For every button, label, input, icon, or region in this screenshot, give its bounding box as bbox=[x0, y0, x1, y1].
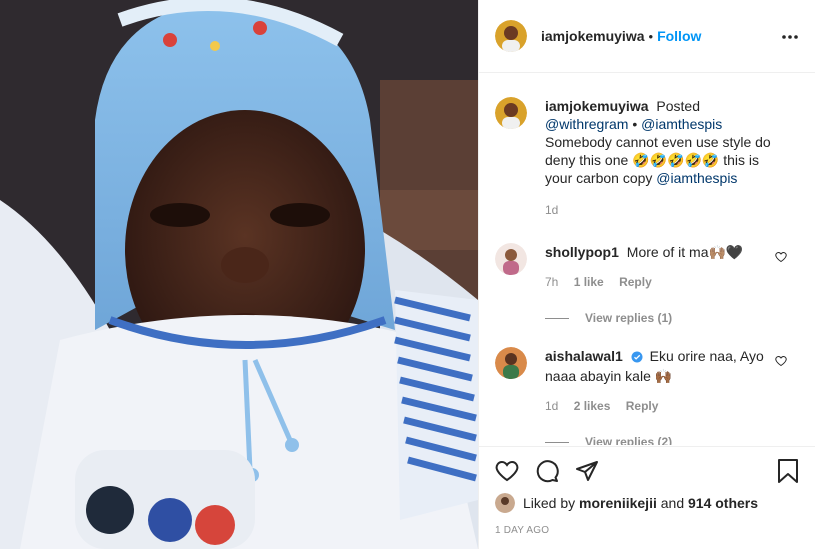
verified-icon bbox=[631, 349, 643, 367]
caption-text-part: Posted bbox=[656, 98, 700, 114]
caption: iamjokemuyiwa Posted @withregram • @iamt… bbox=[495, 97, 799, 217]
comment-icon[interactable] bbox=[535, 459, 559, 483]
liked-by-prefix: Liked by bbox=[523, 495, 576, 511]
comments-list[interactable]: iamjokemuyiwa Posted @withregram • @iamt… bbox=[479, 73, 815, 445]
bookmark-icon[interactable] bbox=[777, 459, 799, 483]
separator-dot: • bbox=[648, 28, 654, 44]
share-icon[interactable] bbox=[575, 459, 599, 483]
replies-line bbox=[545, 441, 569, 443]
comment-body: More of it ma🙌🏽🖤 bbox=[626, 244, 744, 260]
comment-text: aishalawal1 Eku orire naa, Ayo naaa abay… bbox=[545, 347, 785, 385]
comment: aishalawal1 Eku orire naa, Ayo naaa abay… bbox=[495, 347, 799, 413]
author-avatar[interactable] bbox=[495, 20, 527, 52]
caption-text-part: • bbox=[632, 116, 638, 132]
liker-avatar[interactable] bbox=[495, 493, 515, 513]
view-replies-button[interactable]: View replies (2) bbox=[545, 435, 799, 445]
caption-meta: 1d bbox=[545, 203, 785, 217]
likes-summary: Liked by moreniikejii and 914 others bbox=[495, 493, 799, 513]
post-photo[interactable] bbox=[0, 0, 478, 549]
caption-avatar[interactable] bbox=[495, 97, 527, 129]
comment-likes[interactable]: 1 like bbox=[574, 275, 604, 289]
post-side-panel: iamjokemuyiwa • Follow iamjokemuyiwa Pos… bbox=[478, 0, 815, 549]
comment-likes[interactable]: 2 likes bbox=[574, 399, 611, 413]
commenter-username[interactable]: aishalawal1 bbox=[545, 348, 623, 364]
likes-and: and bbox=[660, 495, 685, 511]
caption-username[interactable]: iamjokemuyiwa bbox=[545, 98, 649, 114]
author-username[interactable]: iamjokemuyiwa bbox=[541, 28, 645, 44]
commenter-avatar[interactable] bbox=[495, 243, 527, 275]
mention-link[interactable]: @withregram bbox=[545, 116, 628, 132]
view-replies-label: View replies (2) bbox=[585, 435, 673, 445]
comment-time[interactable]: 7h bbox=[545, 275, 558, 289]
mention-link[interactable]: @iamthespis bbox=[656, 170, 737, 186]
post-actions: Liked by moreniikejii and 914 others 1 D… bbox=[479, 446, 815, 536]
post-timestamp[interactable]: 1 DAY AGO bbox=[495, 525, 799, 536]
view-replies-button[interactable]: View replies (1) bbox=[545, 311, 799, 325]
baby-photo bbox=[0, 0, 478, 549]
commenter-username[interactable]: shollypop1 bbox=[545, 244, 619, 260]
likes-count[interactable]: 914 others bbox=[688, 495, 758, 511]
follow-button[interactable]: Follow bbox=[657, 28, 701, 44]
reply-button[interactable]: Reply bbox=[626, 399, 659, 413]
liker-username[interactable]: moreniikejii bbox=[579, 495, 657, 511]
commenter-avatar[interactable] bbox=[495, 347, 527, 379]
comment-heart-icon[interactable] bbox=[775, 251, 787, 266]
caption-time[interactable]: 1d bbox=[545, 203, 558, 217]
comment-meta: 1d 2 likes Reply bbox=[545, 399, 785, 413]
comment-meta: 7h 1 like Reply bbox=[545, 275, 785, 289]
instagram-post: iamjokemuyiwa • Follow iamjokemuyiwa Pos… bbox=[0, 0, 815, 549]
mention-link[interactable]: @iamthespis bbox=[641, 116, 722, 132]
replies-line bbox=[545, 317, 569, 319]
action-icons bbox=[495, 447, 799, 495]
more-options-icon[interactable] bbox=[781, 27, 799, 45]
comment-text: shollypop1 More of it ma🙌🏽🖤 bbox=[545, 243, 785, 261]
post-header: iamjokemuyiwa • Follow bbox=[479, 0, 815, 73]
reply-button[interactable]: Reply bbox=[619, 275, 652, 289]
comment: shollypop1 More of it ma🙌🏽🖤 7h 1 like Re… bbox=[495, 243, 799, 289]
view-replies-label: View replies (1) bbox=[585, 311, 673, 325]
caption-text: iamjokemuyiwa Posted @withregram • @iamt… bbox=[545, 97, 785, 187]
comment-heart-icon[interactable] bbox=[775, 355, 787, 370]
comment-time[interactable]: 1d bbox=[545, 399, 558, 413]
heart-icon[interactable] bbox=[495, 459, 519, 483]
